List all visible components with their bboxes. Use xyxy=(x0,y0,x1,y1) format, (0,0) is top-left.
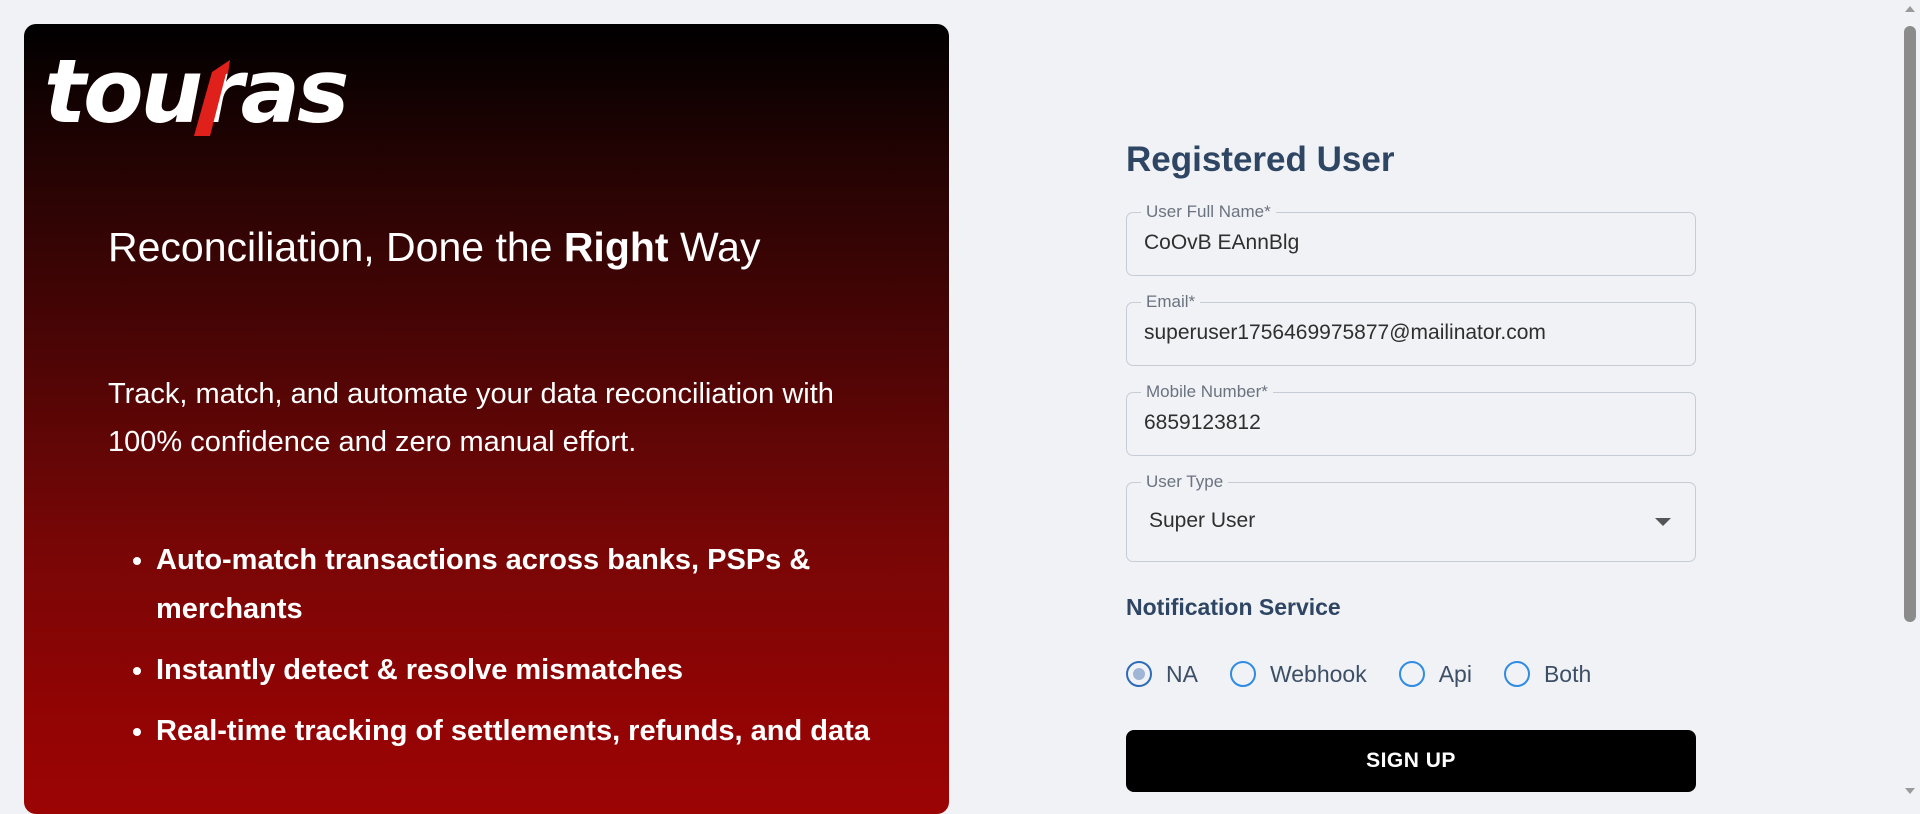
radio-option-both[interactable]: Both xyxy=(1503,660,1592,688)
logo-accent-mark xyxy=(194,60,230,136)
radio-unselected-icon[interactable] xyxy=(1398,661,1425,687)
full-name-input[interactable] xyxy=(1144,231,1678,255)
mobile-input[interactable] xyxy=(1144,411,1678,435)
user-type-label: User Type xyxy=(1141,473,1229,491)
radio-unselected-icon[interactable] xyxy=(1229,661,1256,687)
notification-service-label: Notification Service xyxy=(1126,594,1341,620)
email-input[interactable] xyxy=(1144,321,1678,345)
radio-label: Webhook xyxy=(1269,660,1367,687)
scroll-up-arrow-icon[interactable] xyxy=(1905,6,1915,12)
radio-unselected-icon[interactable] xyxy=(1503,661,1530,687)
headline-emphasis: Right xyxy=(563,224,669,270)
feature-item: Auto-match transactions across banks, PS… xyxy=(156,536,896,634)
full-name-label: User Full Name* xyxy=(1141,203,1276,221)
brand-logo: touras xyxy=(44,32,349,136)
user-type-value: Super User xyxy=(1149,509,1256,532)
feature-item: Real-time tracking of settlements, refun… xyxy=(156,707,896,756)
registration-form: Registered User User Full Name* Email* M… xyxy=(1126,138,1696,792)
feature-list: Auto-match transactions across banks, PS… xyxy=(108,536,896,768)
headline-text-end: Way xyxy=(668,224,761,270)
radio-label: Both xyxy=(1543,660,1592,687)
sign-up-button[interactable]: SIGN UP xyxy=(1126,730,1696,792)
full-name-field[interactable]: User Full Name* xyxy=(1126,203,1696,276)
feature-item: Instantly detect & resolve mismatches xyxy=(156,646,896,695)
headline-text: Reconciliation, Done the xyxy=(108,224,564,270)
mobile-field[interactable]: Mobile Number* xyxy=(1126,383,1696,456)
hero-subtext: Track, match, and automate your data rec… xyxy=(108,378,834,458)
radio-label: Api xyxy=(1438,660,1472,687)
page-scrollbar[interactable] xyxy=(1900,0,1920,800)
email-field[interactable]: Email* xyxy=(1126,293,1696,366)
scroll-down-arrow-icon[interactable] xyxy=(1905,788,1915,794)
notification-radio-group: NA Webhook Api Both xyxy=(1126,654,1696,694)
radio-selected-icon[interactable] xyxy=(1126,661,1152,687)
mobile-label: Mobile Number* xyxy=(1141,383,1273,401)
radio-option-api[interactable]: Api xyxy=(1398,660,1472,688)
form-title: Registered User xyxy=(1126,140,1395,179)
scrollbar-thumb[interactable] xyxy=(1904,26,1916,622)
hero-headline: Reconciliation, Done the Right Way xyxy=(108,224,760,271)
email-label: Email* xyxy=(1141,293,1201,311)
radio-option-na[interactable]: NA xyxy=(1126,661,1198,688)
chevron-down-icon[interactable] xyxy=(1655,518,1671,526)
hero-panel: touras Reconciliation, Done the Right Wa… xyxy=(24,24,949,814)
user-type-select[interactable]: User Type Super User xyxy=(1126,473,1696,562)
radio-option-webhook[interactable]: Webhook xyxy=(1229,660,1367,688)
radio-label: NA xyxy=(1166,660,1198,687)
